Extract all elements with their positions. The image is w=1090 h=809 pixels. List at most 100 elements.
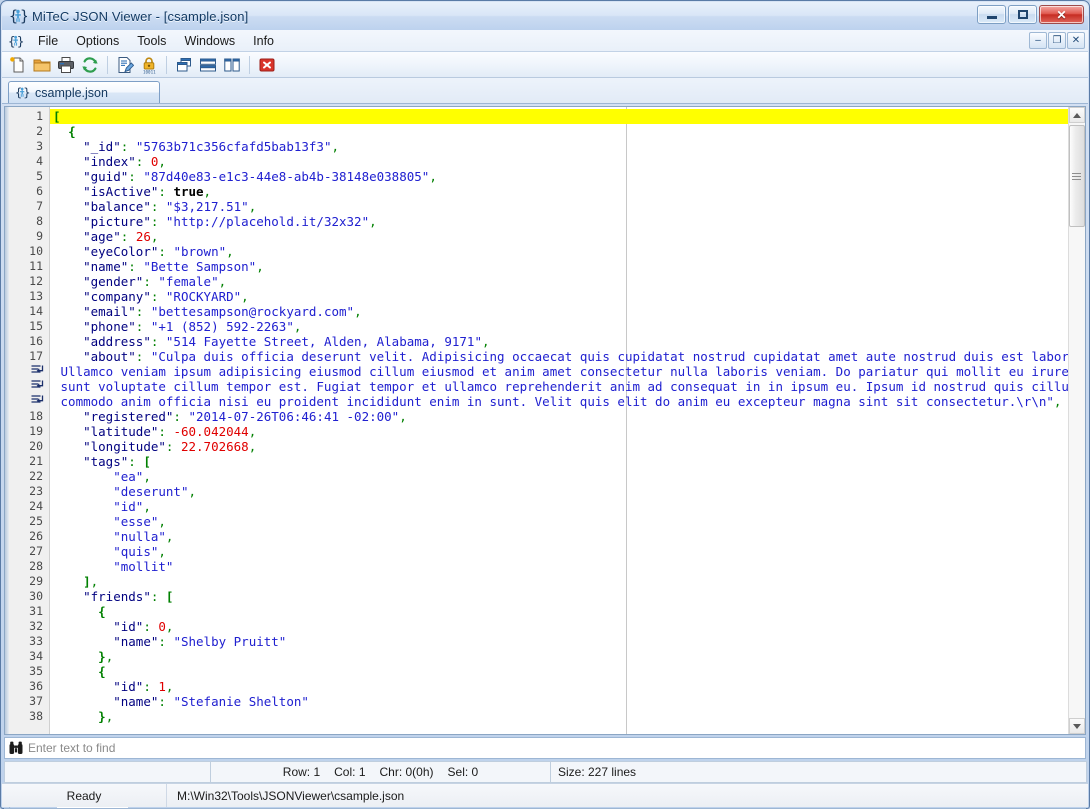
scroll-up-arrow-icon[interactable] <box>1069 107 1085 123</box>
code-token: , <box>331 139 340 154</box>
code-token: "name" <box>83 259 129 274</box>
menu-item-tools[interactable]: Tools <box>128 32 175 50</box>
mdi-close-button[interactable]: ✕ <box>1067 32 1085 49</box>
menu-item-options[interactable]: Options <box>67 32 128 50</box>
code-line[interactable]: "name": "Stefanie Shelton" <box>50 694 1068 709</box>
code-line[interactable]: "deserunt", <box>50 484 1068 499</box>
toolbar-separator <box>249 55 250 74</box>
code-token: "_id" <box>83 139 121 154</box>
close-document-icon[interactable] <box>256 54 278 76</box>
new-file-icon[interactable] <box>7 54 29 76</box>
code-text-area[interactable]: [ { "_id": "5763b71c356cfafd5bab13f3", "… <box>50 107 1068 734</box>
code-line[interactable]: }, <box>50 649 1068 664</box>
code-line[interactable]: { <box>50 124 1068 139</box>
menu-item-file[interactable]: File <box>29 32 67 50</box>
code-line[interactable]: "_id": "5763b71c356cfafd5bab13f3", <box>50 139 1068 154</box>
code-line[interactable]: "friends": [ <box>50 589 1068 604</box>
menu-item-info[interactable]: Info <box>244 32 283 50</box>
code-line[interactable]: "nulla", <box>50 529 1068 544</box>
menu-item-windows[interactable]: Windows <box>175 32 244 50</box>
code-token: "87d40e83-e1c3-44e8-ab4b-38148e038805" <box>143 169 430 184</box>
edit-document-icon[interactable] <box>114 54 136 76</box>
scrollbar-track[interactable] <box>1068 123 1085 718</box>
code-line[interactable]: { <box>50 664 1068 679</box>
code-line[interactable]: }, <box>50 709 1068 724</box>
code-line[interactable]: "company": "ROCKYARD", <box>50 289 1068 304</box>
code-line[interactable]: "eyeColor": "brown", <box>50 244 1068 259</box>
code-line[interactable]: "isActive": true, <box>50 184 1068 199</box>
code-line[interactable]: "ea", <box>50 469 1068 484</box>
code-line[interactable]: "id": 1, <box>50 679 1068 694</box>
code-line[interactable]: "guid": "87d40e83-e1c3-44e8-ab4b-38148e0… <box>50 169 1068 184</box>
scrollbar-thumb[interactable] <box>1068 125 1085 227</box>
code-token: : <box>150 334 166 349</box>
code-token: "quis" <box>113 544 159 559</box>
code-line[interactable]: "id": 0, <box>50 619 1068 634</box>
code-line[interactable]: "phone": "+1 (852) 592-2263", <box>50 319 1068 334</box>
scroll-down-arrow-icon[interactable] <box>1069 718 1085 734</box>
code-line[interactable]: "esse", <box>50 514 1068 529</box>
tile-vertical-icon[interactable] <box>221 54 243 76</box>
lock-icon[interactable]: 10011 <box>138 54 160 76</box>
code-line[interactable]: "latitude": -60.042044, <box>50 424 1068 439</box>
cascade-windows-icon[interactable] <box>173 54 195 76</box>
editor-vertical-scrollbar[interactable] <box>1068 107 1085 734</box>
code-token: "name" <box>113 634 159 649</box>
wrap-continuation-icon <box>5 364 49 379</box>
minimize-button[interactable] <box>977 5 1006 24</box>
maximize-button[interactable] <box>1008 5 1037 24</box>
find-input-placeholder[interactable]: Enter text to find <box>28 741 115 755</box>
code-line[interactable]: "name": "Bette Sampson", <box>50 259 1068 274</box>
refresh-icon[interactable] <box>79 54 101 76</box>
code-token: : <box>150 289 166 304</box>
status-panel-size: Size: 227 lines <box>550 761 1087 783</box>
mdi-minimize-button[interactable]: – <box>1029 32 1047 49</box>
code-line[interactable]: "mollit" <box>50 559 1068 574</box>
line-number: 19 <box>29 424 43 438</box>
print-icon[interactable] <box>55 54 77 76</box>
code-line[interactable]: "name": "Shelby Pruitt" <box>50 634 1068 649</box>
line-number: 29 <box>29 574 43 588</box>
code-line[interactable]: commodo anim officia nisi eu proident in… <box>50 394 1068 409</box>
code-line[interactable]: "tags": [ <box>50 454 1068 469</box>
code-line[interactable]: "longitude": 22.702668, <box>50 439 1068 454</box>
open-folder-icon[interactable] <box>31 54 53 76</box>
code-token: "tags" <box>83 454 129 469</box>
line-number: 30 <box>29 589 43 603</box>
code-line[interactable]: "email": "bettesampson@rockyard.com", <box>50 304 1068 319</box>
code-line[interactable]: "picture": "http://placehold.it/32x32", <box>50 214 1068 229</box>
code-line[interactable]: "address": "514 Fayette Street, Alden, A… <box>50 334 1068 349</box>
line-number: 6 <box>36 184 43 198</box>
code-line[interactable]: sunt voluptate cillum tempor est. Fugiat… <box>50 379 1068 394</box>
code-token: "Stefanie Shelton" <box>173 694 309 709</box>
mdi-restore-button[interactable]: ❐ <box>1048 32 1066 49</box>
code-token: : <box>143 274 159 289</box>
code-line[interactable]: "id", <box>50 499 1068 514</box>
editor-status-strip: Row: 1 Col: 1 Chr: 0(0h) Sel: 0 Size: 22… <box>4 761 1087 783</box>
line-number: 11 <box>29 259 43 273</box>
code-line[interactable]: "gender": "female", <box>50 274 1068 289</box>
code-token: : <box>158 244 174 259</box>
code-line[interactable]: "balance": "$3,217.51", <box>50 199 1068 214</box>
code-line-current[interactable]: [ <box>50 109 1068 124</box>
close-button[interactable]: ✕ <box>1039 5 1084 24</box>
code-line[interactable]: { <box>50 604 1068 619</box>
find-bar[interactable]: Enter text to find <box>4 737 1086 759</box>
code-line[interactable]: ], <box>50 574 1068 589</box>
code-token: "picture" <box>83 214 151 229</box>
tile-horizontal-icon[interactable] <box>197 54 219 76</box>
code-line[interactable]: "quis", <box>50 544 1068 559</box>
code-token: "female" <box>158 274 219 289</box>
code-line[interactable]: "age": 26, <box>50 229 1068 244</box>
line-number: 15 <box>29 319 43 333</box>
code-line[interactable]: "about": "Culpa duis officia deserunt ve… <box>50 349 1068 364</box>
code-line[interactable]: "registered": "2014-07-26T06:46:41 -02:0… <box>50 409 1068 424</box>
document-tab-csample[interactable]: { } csample.json <box>8 81 160 103</box>
document-tab-label: csample.json <box>35 85 108 100</box>
code-line[interactable]: Ullamco veniam ipsum adipisicing eiusmod… <box>50 364 1068 379</box>
code-line[interactable]: "index": 0, <box>50 154 1068 169</box>
